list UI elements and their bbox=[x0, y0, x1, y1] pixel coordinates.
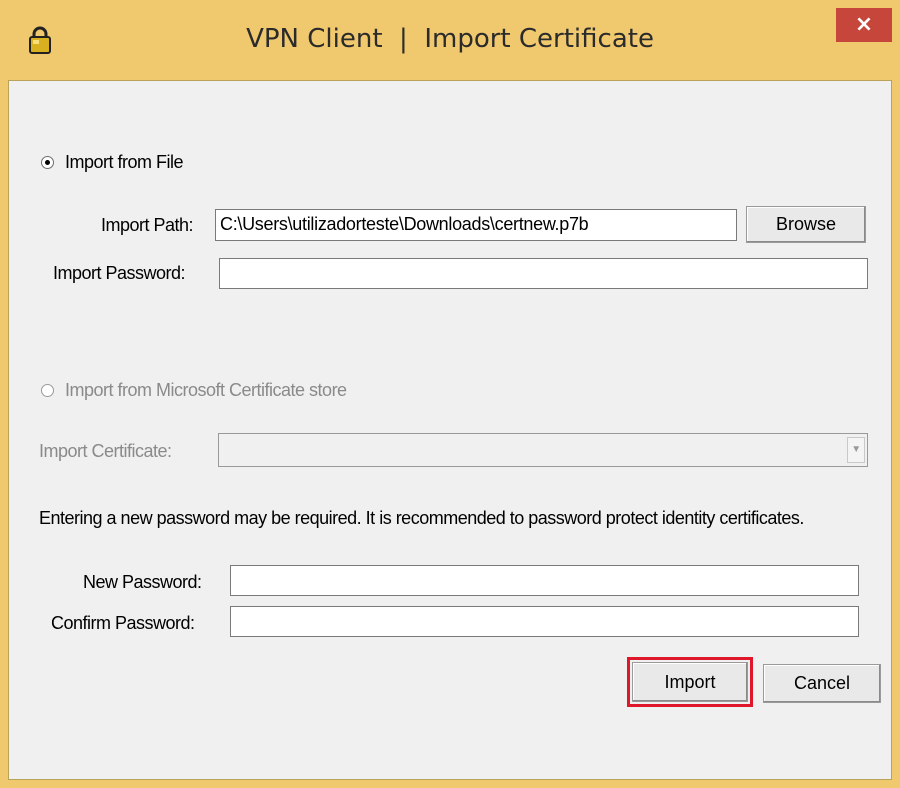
chevron-down-icon[interactable]: ▼ bbox=[847, 437, 865, 463]
new-password-input[interactable] bbox=[230, 565, 859, 596]
import-path-label: Import Path: bbox=[101, 215, 194, 235]
browse-button[interactable]: Browse bbox=[746, 206, 866, 243]
close-button[interactable]: × bbox=[836, 8, 892, 42]
import-from-store-label[interactable]: Import from Microsoft Certificate store bbox=[65, 380, 347, 401]
import-certificate-label: Import Certificate: bbox=[39, 441, 172, 461]
dialog-body: Import from File Import Path: C:\Users\u… bbox=[8, 80, 892, 780]
confirm-password-input[interactable] bbox=[230, 606, 859, 637]
new-password-label: New Password: bbox=[83, 572, 202, 592]
import-certificate-window: VPN Client | Import Certificate × Import… bbox=[0, 0, 900, 788]
window-title: VPN Client | Import Certificate bbox=[246, 24, 654, 54]
title-bar[interactable]: VPN Client | Import Certificate × bbox=[0, 0, 900, 80]
import-password-input[interactable] bbox=[219, 258, 868, 289]
import-path-input[interactable]: C:\Users\utilizadorteste\Downloads\certn… bbox=[215, 209, 737, 241]
import-password-label: Import Password: bbox=[53, 263, 186, 283]
import-button[interactable]: Import bbox=[632, 662, 748, 702]
import-certificate-dropdown[interactable]: ▼ bbox=[218, 433, 868, 467]
import-from-file-radio[interactable] bbox=[41, 156, 54, 169]
close-icon: × bbox=[854, 12, 874, 37]
cancel-button[interactable]: Cancel bbox=[763, 664, 881, 703]
import-from-file-label[interactable]: Import from File bbox=[65, 152, 184, 173]
confirm-password-label: Confirm Password: bbox=[51, 613, 195, 633]
radio-selected-dot bbox=[45, 160, 50, 165]
import-from-store-radio[interactable] bbox=[41, 384, 54, 397]
new-password-info-text: Entering a new password may be required.… bbox=[39, 508, 804, 528]
